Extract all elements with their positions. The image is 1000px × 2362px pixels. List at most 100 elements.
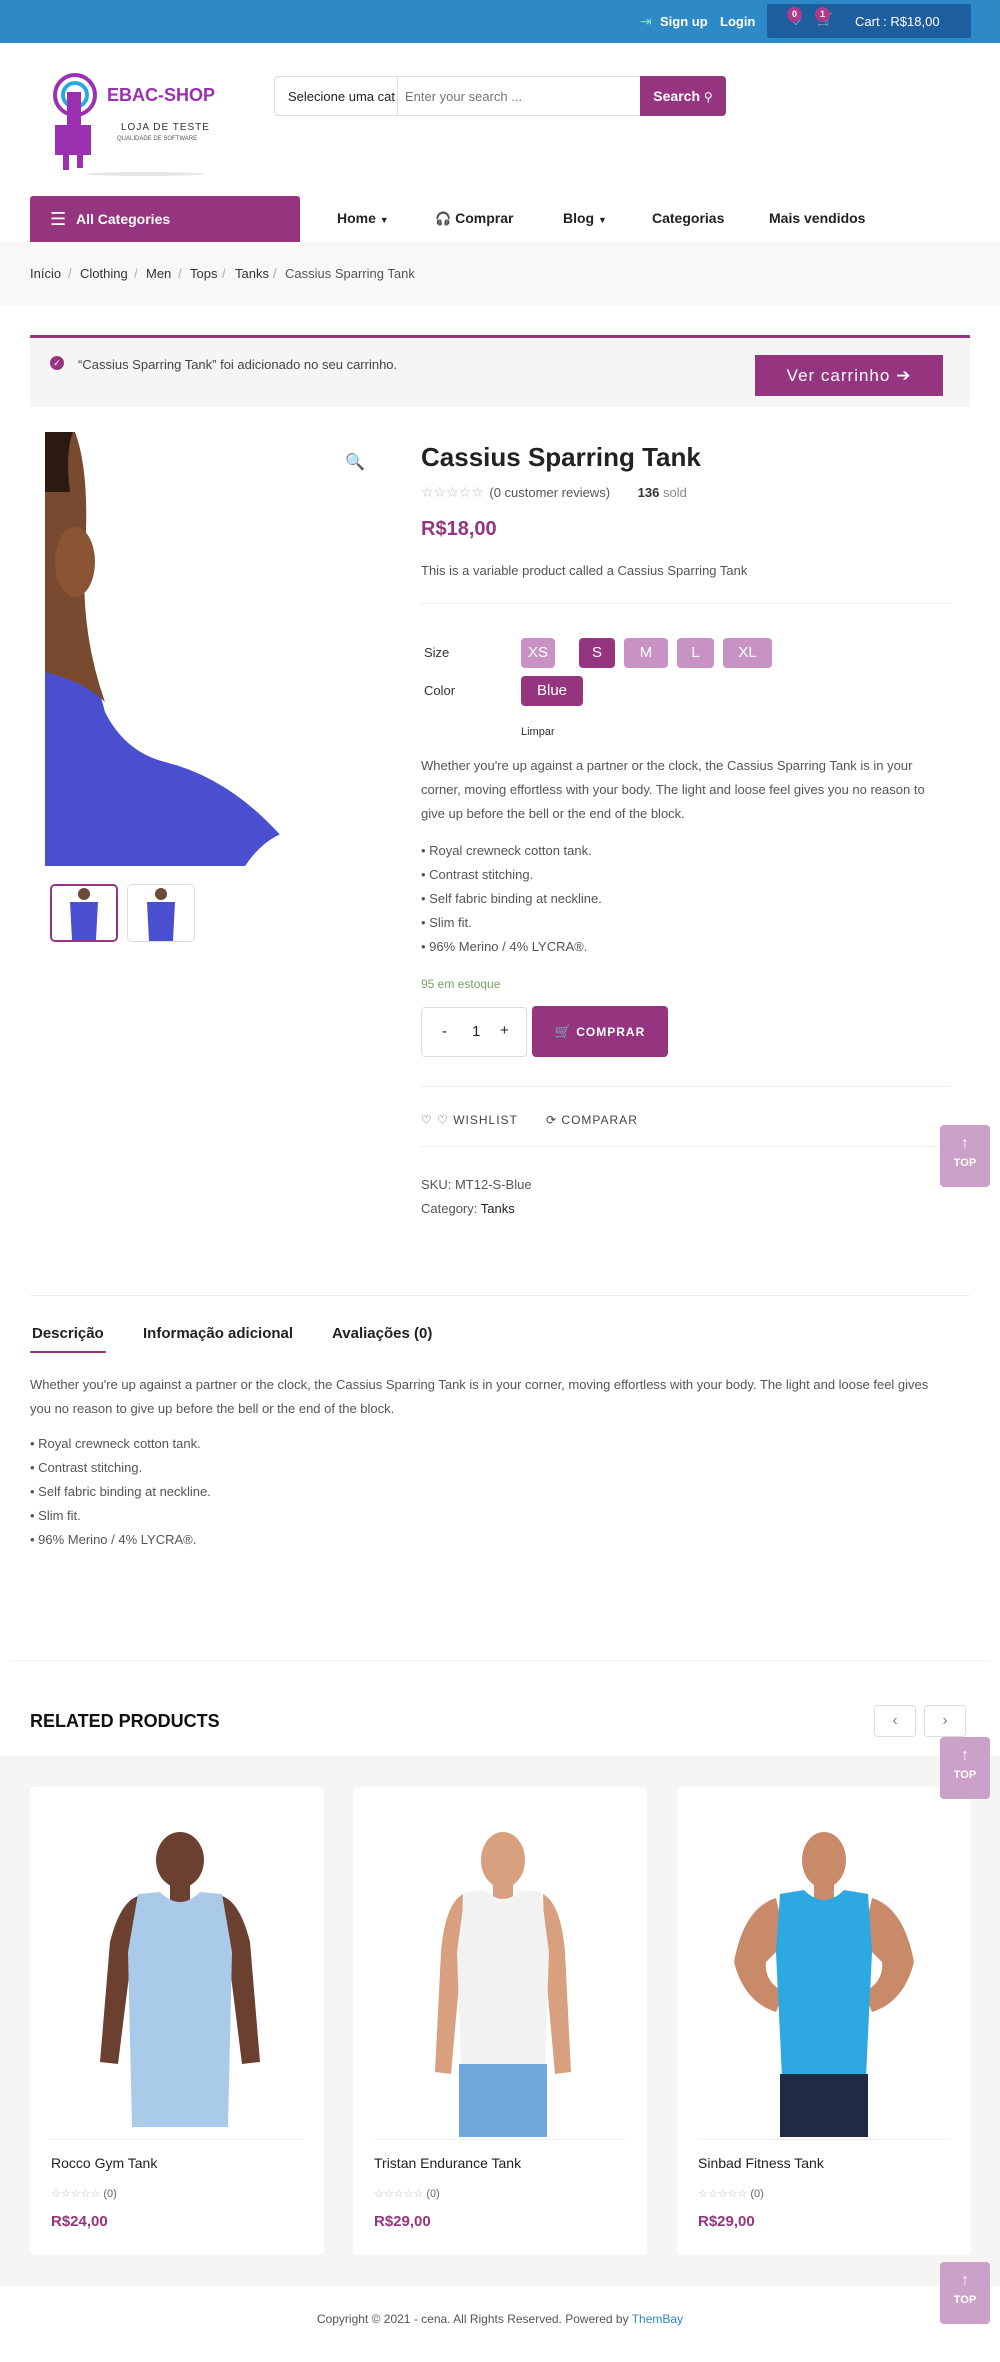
logo[interactable]: EBAC-SHOP LOJA DE TESTE QUALIDADE DE SOF… [45, 70, 225, 180]
description-line: give up before the bell or the end of th… [421, 806, 685, 821]
divider [421, 1146, 951, 1147]
logo-title: EBAC-SHOP [107, 85, 216, 105]
top-label: TOP [953, 2294, 977, 2306]
sold-label: sold [662, 485, 687, 500]
clear-link[interactable]: Limpar [521, 726, 555, 738]
divider [421, 603, 951, 604]
search-button[interactable]: Search ⚲ [640, 76, 726, 116]
qty-minus-button[interactable]: - [442, 1023, 447, 1040]
product-card-rating: ☆☆☆☆☆ (0) [374, 2187, 440, 2200]
buy-button-label: COMPRAR [576, 1025, 646, 1039]
short-description: This is a variable product called a Cass… [421, 563, 748, 578]
signup-link[interactable]: Sign up [660, 14, 708, 29]
buy-button[interactable]: 🛒 COMPRAR [532, 1006, 668, 1057]
product-thumbnail[interactable] [50, 884, 118, 942]
compare-link[interactable]: ⟳ COMPARAR [546, 1113, 638, 1127]
themebay-link[interactable]: ThemBay [632, 2312, 683, 2326]
top-label: TOP [953, 1157, 977, 1169]
arrow-right-icon: ➔ [896, 366, 912, 385]
compare-label: COMPARAR [561, 1113, 638, 1127]
search-button-label: Search [653, 88, 700, 104]
product-card-shirt [457, 1890, 549, 2067]
wishlist-label: WISHLIST [453, 1113, 518, 1127]
check-circle-icon: ✓ [50, 356, 64, 370]
feature-item: • Slim fit. [421, 915, 472, 930]
breadcrumb-separator: / [134, 266, 138, 281]
nav-categorias[interactable]: Categorias [652, 210, 724, 226]
product-card[interactable]: Sinbad Fitness Tank ☆☆☆☆☆ (0) R$29,00 [677, 1787, 971, 2255]
breadcrumb-separator: / [178, 266, 182, 281]
back-to-top-button[interactable]: ↑ TOP [940, 1737, 990, 1799]
logo-subtitle: LOJA DE TESTE [121, 122, 210, 133]
product-card-image [734, 1832, 914, 2137]
product-card[interactable]: Rocco Gym Tank ☆☆☆☆☆ (0) R$24,00 [30, 1787, 324, 2255]
reviews-link[interactable]: (0 customer reviews) [489, 485, 610, 500]
nav-home[interactable]: Home ▼ [337, 210, 389, 226]
product-card-name[interactable]: Rocco Gym Tank [51, 2155, 157, 2171]
tab-informacao-adicional[interactable]: Informação adicional [143, 1325, 293, 1342]
product-card-rating: ☆☆☆☆☆ (0) [51, 2187, 117, 2200]
chevron-left-icon: ‹ [892, 1712, 898, 1729]
login-link[interactable]: Login [720, 14, 755, 29]
arrow-up-icon: ↑ [961, 1747, 969, 1764]
logo-shadow [85, 172, 205, 176]
product-card-shirt [776, 1890, 872, 2077]
breadcrumb-separator: / [68, 266, 72, 281]
zoom-icon[interactable]: 🔍 [345, 452, 365, 472]
carousel-prev-button[interactable]: ‹ [874, 1705, 916, 1737]
thumbnail-photo [52, 886, 116, 940]
category-link[interactable]: Tanks [481, 1201, 515, 1216]
product-card-price: R$24,00 [51, 2213, 108, 2230]
size-swatch-xs[interactable]: XS [521, 638, 555, 668]
size-swatch-m[interactable]: M [624, 638, 668, 668]
cart-icon: 🛒 [554, 1024, 572, 1039]
chevron-down-icon: ▼ [598, 215, 607, 225]
category-label: Category: [421, 1201, 478, 1216]
divider [51, 2139, 303, 2140]
wishlist-link[interactable]: ♡ ♡ WISHLIST [421, 1113, 518, 1127]
product-main-image[interactable]: 🔍 [45, 432, 385, 866]
product-card-price: R$29,00 [374, 2213, 431, 2230]
product-card-reviews: (0) [750, 2188, 764, 2200]
feature-item: • Self fabric binding at neckline. [30, 1484, 211, 1499]
nav-comprar[interactable]: 🎧 Comprar [435, 210, 513, 227]
cart-total[interactable]: Cart : R$18,00 [855, 14, 940, 29]
arrow-up-icon: ↑ [961, 1135, 969, 1152]
nav-mais-vendidos[interactable]: Mais vendidos [769, 210, 865, 226]
search-input[interactable] [405, 85, 625, 107]
view-cart-button[interactable]: Ver carrinho ➔ [755, 355, 943, 396]
size-swatch-xl[interactable]: XL [723, 638, 772, 668]
breadcrumb-tanks[interactable]: Tanks [235, 266, 269, 281]
product-card[interactable]: Tristan Endurance Tank ☆☆☆☆☆ (0) R$29,00 [353, 1787, 647, 2255]
qty-plus-button[interactable]: + [500, 1022, 509, 1039]
star-rating-icon: ☆☆☆☆☆ [51, 2188, 101, 2200]
breadcrumb-inicio[interactable]: Início [30, 266, 61, 281]
back-to-top-button[interactable]: ↑ TOP [940, 2262, 990, 2324]
copyright-text: Copyright © 2021 - cena. All Rights Rese… [316, 2312, 629, 2326]
sold-count: 136 [637, 485, 660, 500]
breadcrumb-tops[interactable]: Tops [190, 266, 217, 281]
tab-avaliacoes[interactable]: Avaliações (0) [332, 1325, 432, 1342]
nav-home-label: Home [337, 210, 376, 226]
cart-box[interactable]: ♡ 0 🛒 1 Cart : R$18,00 [767, 4, 971, 38]
divider [698, 2139, 950, 2140]
color-swatch-blue[interactable]: Blue [521, 676, 583, 706]
carousel-next-button[interactable]: › [924, 1705, 966, 1737]
refresh-icon: ⟳ [546, 1113, 558, 1127]
size-swatch-s[interactable]: S [579, 638, 615, 668]
breadcrumb-clothing[interactable]: Clothing [80, 266, 128, 281]
tab-descricao[interactable]: Descrição [32, 1325, 104, 1342]
size-swatch-l[interactable]: L [677, 638, 714, 668]
product-thumbnail[interactable] [127, 884, 195, 942]
nav-blog[interactable]: Blog ▼ [563, 210, 607, 226]
qty-value[interactable]: 1 [472, 1023, 480, 1040]
category-select[interactable]: Selecione uma cat [288, 89, 395, 104]
stock-status: 95 em estoque [421, 977, 501, 991]
signup-icon[interactable]: ⇥ [640, 13, 652, 30]
breadcrumb-men[interactable]: Men [146, 266, 171, 281]
description-line: corner, moving effortless with your body… [421, 782, 925, 797]
back-to-top-button[interactable]: ↑ TOP [940, 1125, 990, 1187]
product-card-name[interactable]: Sinbad Fitness Tank [698, 2155, 824, 2171]
product-card-name[interactable]: Tristan Endurance Tank [374, 2155, 521, 2171]
all-categories-button[interactable]: ☰ All Categories [30, 196, 300, 242]
